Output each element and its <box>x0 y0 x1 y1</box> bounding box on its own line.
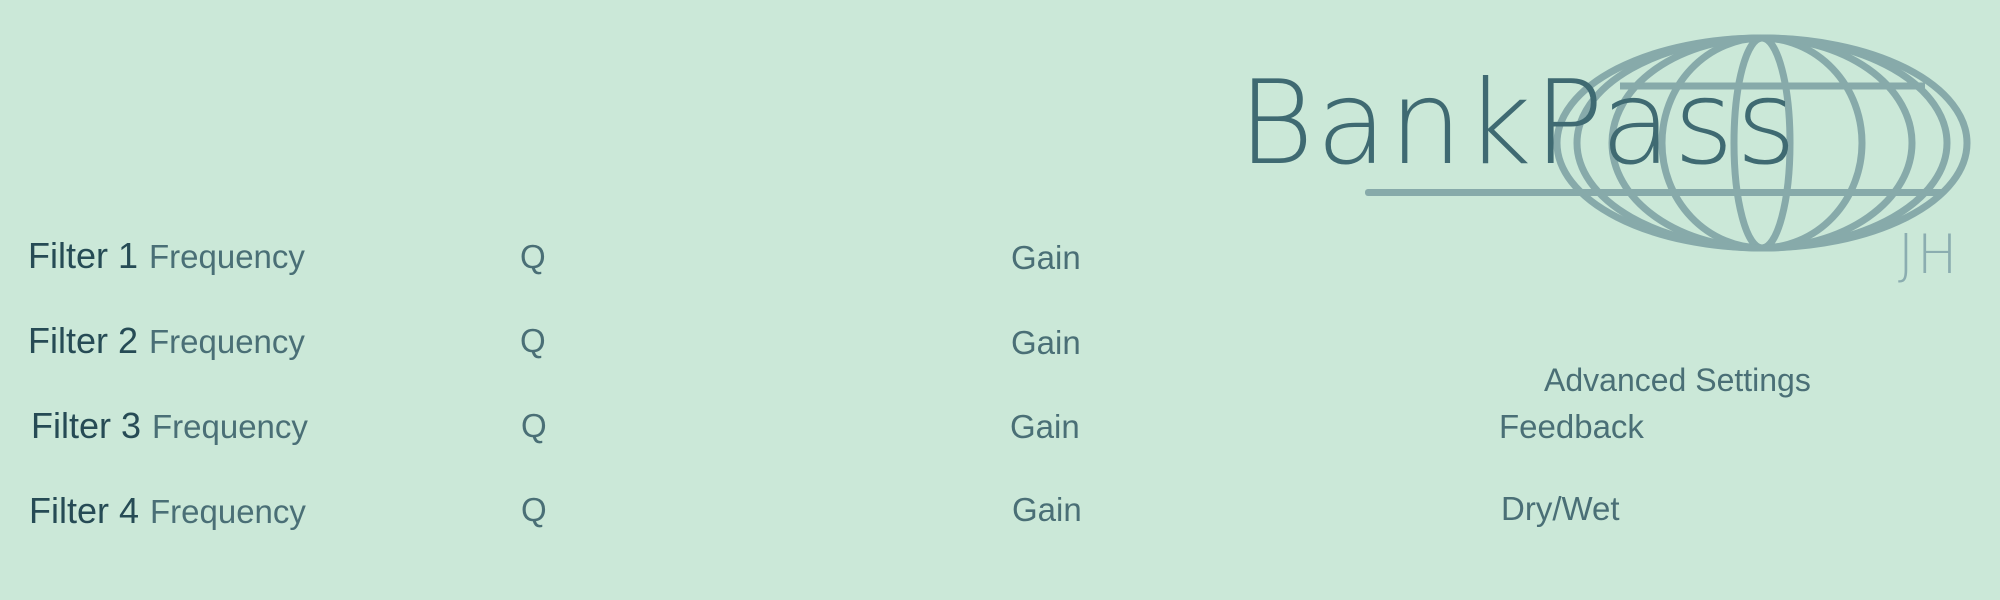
filter-1-q-label: Q <box>520 238 546 275</box>
filter-4-gain-label: Gain <box>1012 491 1082 528</box>
logo-initials: JH <box>1898 223 1961 286</box>
filter-3-label: Filter 3 <box>31 405 142 446</box>
feedback-label: Feedback <box>1499 408 1644 445</box>
advanced-settings-title: Advanced Settings <box>1544 362 1811 398</box>
filter-3-q-label: Q <box>521 407 547 444</box>
filter-3-gain-label: Gain <box>1010 408 1080 445</box>
filter-2-q-label: Q <box>520 322 546 359</box>
filter-1-label: Filter 1 <box>28 235 139 276</box>
filter-1-frequency-label: Frequency <box>149 238 305 275</box>
filter-2-label: Filter 2 <box>28 320 139 361</box>
logo-title: BankPass <box>1238 56 1799 191</box>
filter-2-frequency-label: Frequency <box>149 323 305 360</box>
filter-2-gain-label: Gain <box>1011 324 1081 361</box>
filter-4-q-label: Q <box>521 491 547 528</box>
dry-wet-label: Dry/Wet <box>1501 490 1620 527</box>
filter-4-label: Filter 4 <box>29 490 140 531</box>
filter-3-frequency-label: Frequency <box>152 408 308 445</box>
filter-4-frequency-label: Frequency <box>150 493 306 530</box>
filter-1-gain-label: Gain <box>1011 239 1081 276</box>
